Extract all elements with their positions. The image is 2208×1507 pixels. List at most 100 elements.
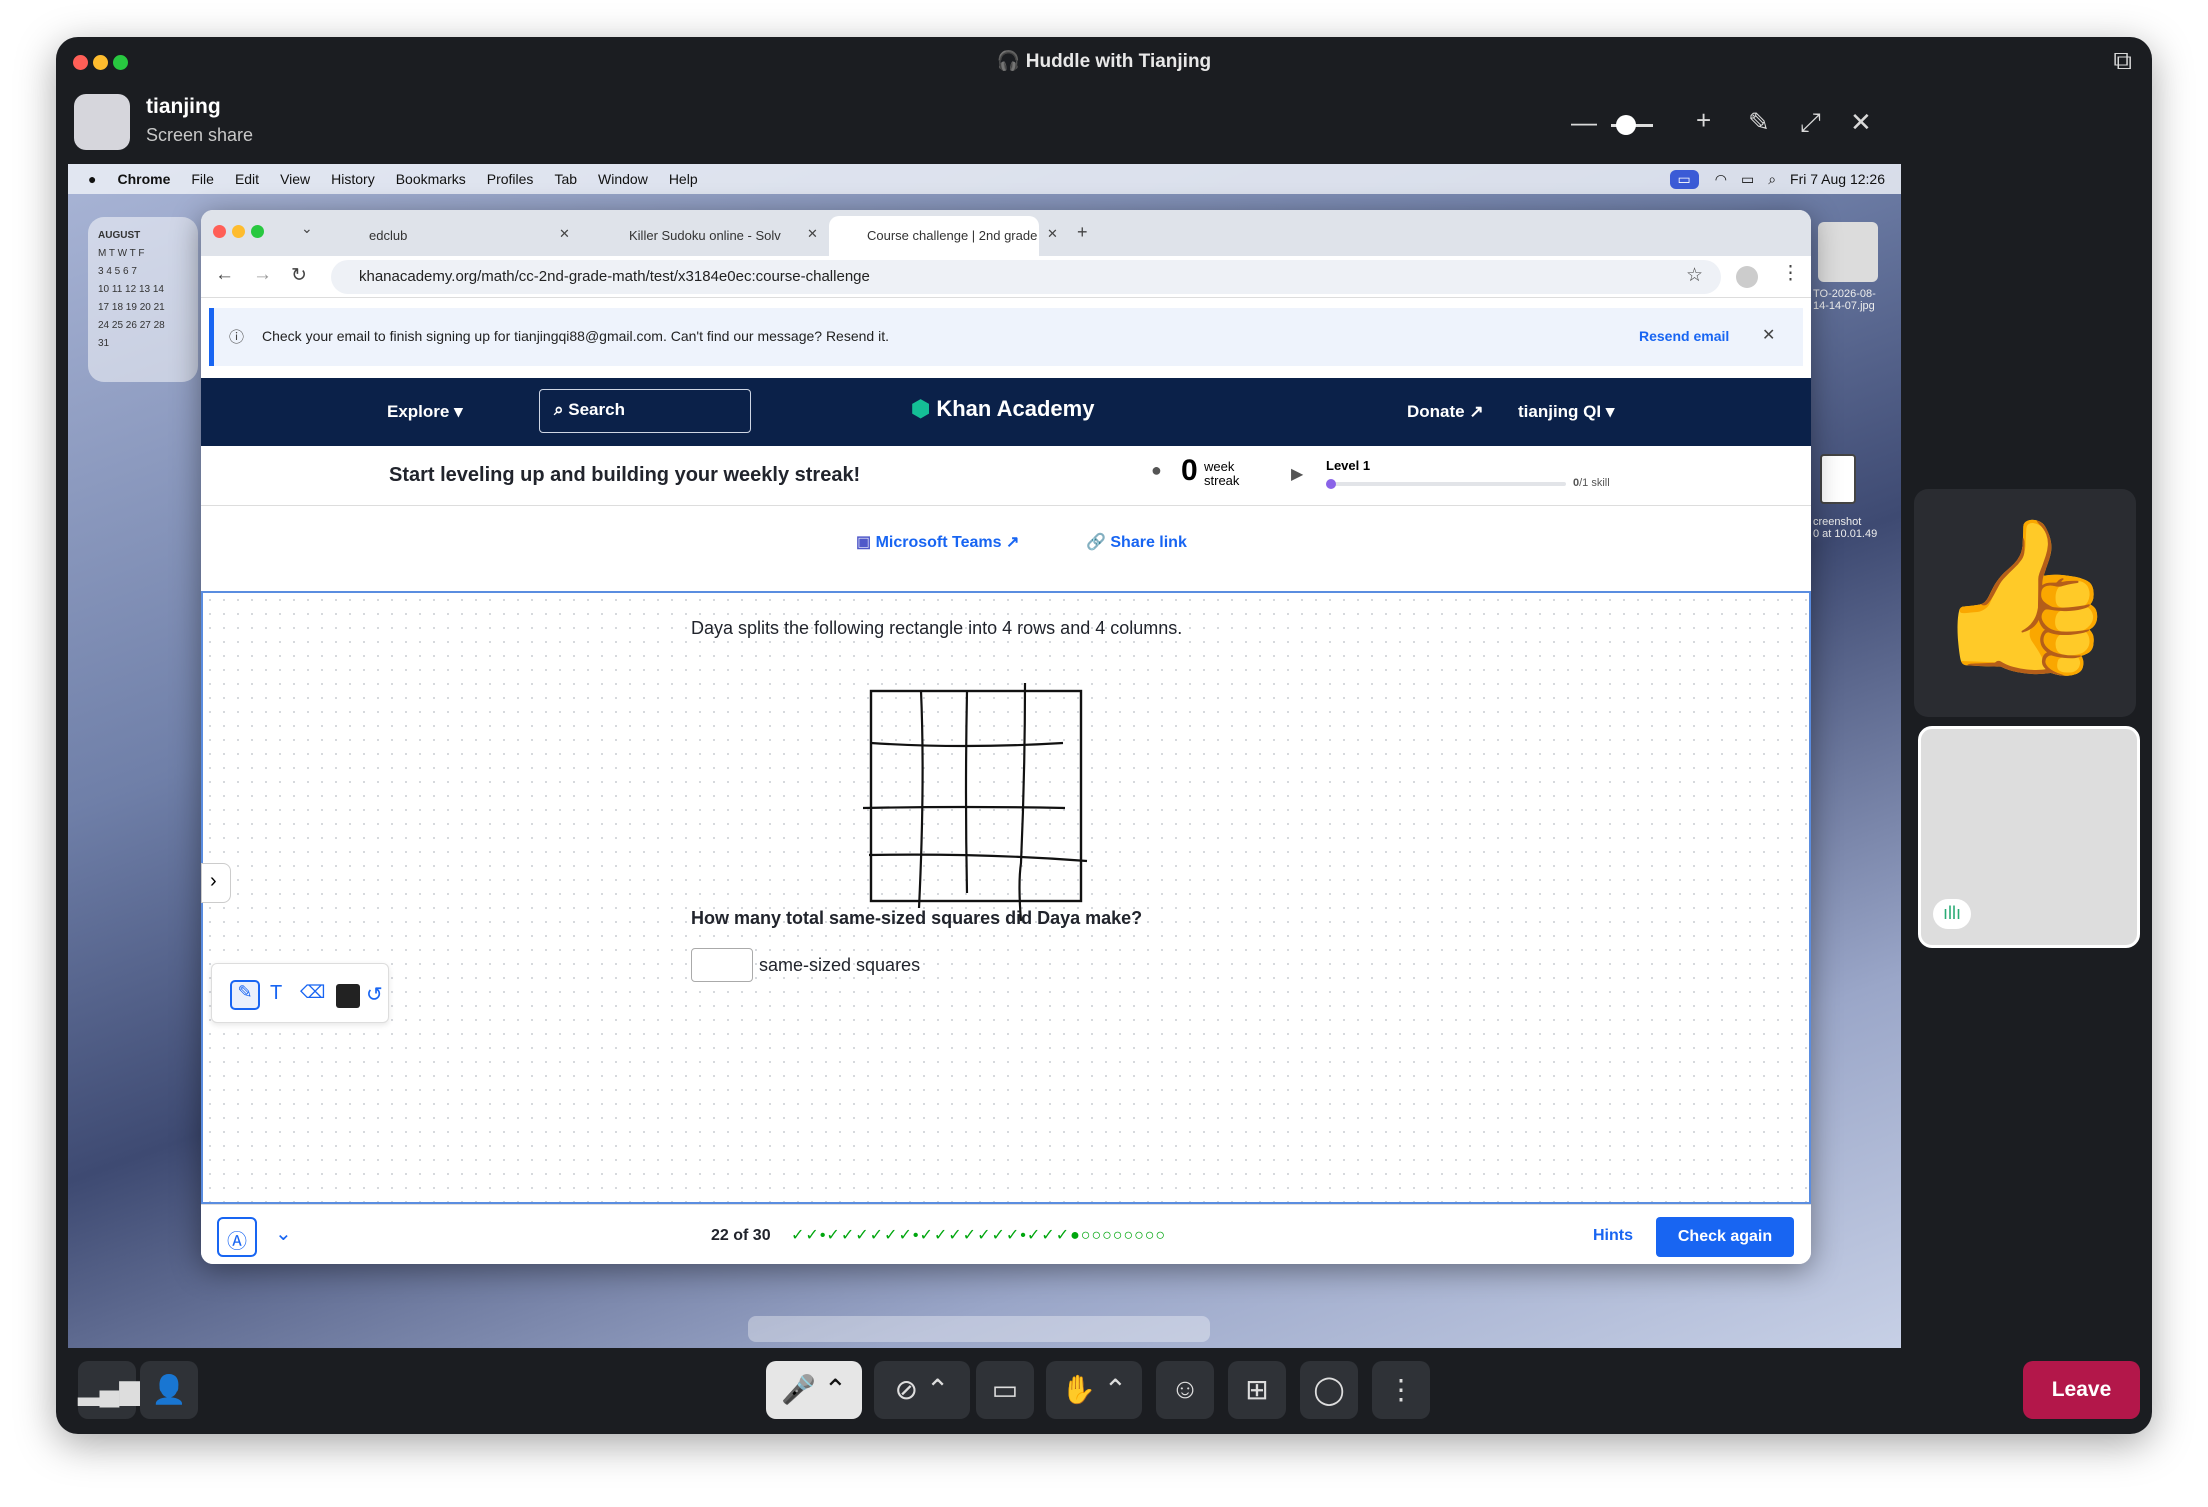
dismiss-notice-icon[interactable]: ✕ xyxy=(1762,325,1775,345)
chrome-minimize-button[interactable] xyxy=(232,225,245,238)
level-progress-total: /1 skill xyxy=(1579,477,1610,489)
user-menu[interactable]: tianjing QI ▾ xyxy=(1518,402,1614,422)
chrome-close-button[interactable] xyxy=(213,225,226,238)
forward-icon[interactable]: → xyxy=(253,264,272,286)
sticker-icon[interactable]: ⊞ xyxy=(1228,1361,1286,1419)
chrome-zoom-button[interactable] xyxy=(251,225,264,238)
chevron-down-icon[interactable]: ⌄ xyxy=(275,1221,292,1246)
presenter-avatar xyxy=(74,94,130,150)
menu-history[interactable]: History xyxy=(331,171,375,187)
menu-tab[interactable]: Tab xyxy=(554,171,577,187)
chat-icon[interactable]: ◯ xyxy=(1300,1361,1358,1419)
desktop-screenshot-label[interactable]: creenshot 0 at 10.01.49 xyxy=(1813,516,1893,540)
chrome-menu-icon[interactable]: ⋮ xyxy=(1781,262,1800,285)
tab-edclub[interactable]: edclub xyxy=(331,216,571,256)
hints-button[interactable]: Hints xyxy=(1593,1227,1633,1245)
menu-file[interactable]: File xyxy=(191,171,214,187)
close-tab-icon[interactable]: ✕ xyxy=(559,226,570,242)
pencil-draw-icon[interactable]: ✎ xyxy=(1748,107,1770,138)
picture-in-picture-icon[interactable]: ⧉ xyxy=(2113,45,2132,77)
menu-view[interactable]: View xyxy=(280,171,310,187)
mac-dock[interactable] xyxy=(748,1316,1210,1342)
expand-sidebar-chevron-icon[interactable]: › xyxy=(201,863,231,903)
calendar-header: M T W T F xyxy=(98,248,145,259)
new-tab-icon[interactable]: + xyxy=(1077,222,1088,243)
screen-share-icon[interactable]: ▭ xyxy=(976,1361,1034,1419)
add-person-icon[interactable]: 👤 xyxy=(140,1361,198,1419)
email-notice-banner: ⓘ Check your email to finish signing up … xyxy=(209,308,1803,366)
streak-message: Start leveling up and building your week… xyxy=(389,464,861,486)
undo-icon[interactable]: ↺ xyxy=(366,982,383,1007)
pen-tool-icon[interactable]: ✎ xyxy=(230,980,260,1010)
donate-link[interactable]: Donate ↗ xyxy=(1407,402,1484,422)
desktop-file-label[interactable]: TO-2026-08- 14-14-07.jpg xyxy=(1813,288,1893,312)
tab-label: Killer Sudoku online - Solve d xyxy=(629,228,781,243)
streak-label-line: week xyxy=(1204,459,1235,474)
microphone-button[interactable]: 🎤 ⌃ xyxy=(766,1361,862,1419)
leave-button[interactable]: Leave xyxy=(2023,1361,2140,1419)
calendar-row: 31 xyxy=(98,338,110,349)
headphones-icon: 🎧 xyxy=(996,51,1026,72)
wifi-icon[interactable]: ◠ xyxy=(1715,171,1727,188)
hand-drawn-line xyxy=(1018,683,1027,922)
battery-icon[interactable]: ▭ xyxy=(1741,171,1754,188)
explore-menu[interactable]: Explore ▾ xyxy=(387,402,463,422)
exercise-prompt: Daya splits the following rectangle into… xyxy=(691,618,1183,638)
thumbs-up-reaction-icon: 👍 xyxy=(1914,489,2136,717)
resend-email-link[interactable]: Resend email xyxy=(1639,328,1729,344)
share-link[interactable]: 🔗 Share link xyxy=(1086,532,1187,552)
microsoft-teams-link[interactable]: ▣ Microsoft Teams ↗ xyxy=(856,532,1019,552)
text-tool-icon[interactable]: T xyxy=(270,982,282,1005)
calendar-row: 24 25 26 27 28 xyxy=(98,320,165,331)
play-icon[interactable]: ▶ xyxy=(1291,464,1303,484)
tab-search-chevron-icon[interactable]: ⌄ xyxy=(301,220,313,237)
close-tab-icon[interactable]: ✕ xyxy=(1047,226,1058,242)
search-icon: ⌕ xyxy=(554,400,569,419)
streak-bar: Start leveling up and building your week… xyxy=(201,446,1811,506)
tab-course-challenge[interactable]: Course challenge | 2nd grade xyxy=(829,216,1039,256)
khan-academy-logo[interactable]: ⬢ Khan Academy xyxy=(911,396,1094,422)
calendar-month: AUGUST xyxy=(98,230,141,241)
back-icon[interactable]: ← xyxy=(215,264,234,286)
raise-hand-button[interactable]: ✋ ⌃ xyxy=(1046,1361,1142,1419)
zoom-slider-handle[interactable] xyxy=(1616,115,1636,135)
menu-bookmarks[interactable]: Bookmarks xyxy=(396,171,466,187)
search-input[interactable]: ⌕ Search xyxy=(539,389,751,433)
close-tab-icon[interactable]: ✕ xyxy=(807,226,818,242)
menu-chrome[interactable]: Chrome xyxy=(117,171,170,187)
spotlight-icon[interactable]: ⌕ xyxy=(1768,171,1776,188)
expand-icon[interactable]: ⤢ xyxy=(1800,107,1821,139)
answer-input[interactable] xyxy=(691,948,753,982)
reactions-icon[interactable]: ☺ xyxy=(1156,1361,1214,1419)
check-again-button[interactable]: Check again xyxy=(1656,1217,1794,1257)
menu-clock: Fri 7 Aug 12:26 xyxy=(1790,171,1885,187)
menu-window[interactable]: Window xyxy=(598,171,648,187)
participant-tile[interactable]: ıllı xyxy=(1918,726,2140,948)
tab-killer-sudoku[interactable]: Killer Sudoku online - Solve d xyxy=(591,216,781,256)
camera-off-button[interactable]: ⊘ ⌃ xyxy=(874,1361,970,1419)
scratchpad-toggle-icon[interactable]: Ⓐ xyxy=(217,1217,257,1257)
menu-edit[interactable]: Edit xyxy=(235,171,259,187)
presenter-subtitle: Screen share xyxy=(146,125,254,145)
zoom-in-icon[interactable]: + xyxy=(1696,105,1711,136)
eraser-tool-icon[interactable]: ⌫ xyxy=(300,982,325,1003)
connection-stats-icon[interactable]: ▂▄▆ xyxy=(78,1361,141,1419)
more-options-icon[interactable]: ⋮ xyxy=(1372,1361,1430,1419)
url-field[interactable]: khanacademy.org/math/cc-2nd-grade-math/t… xyxy=(331,260,1721,294)
color-picker-swatch[interactable] xyxy=(336,984,360,1008)
reload-icon[interactable]: ↻ xyxy=(291,264,307,287)
caret-down-icon: ▾ xyxy=(1605,402,1615,421)
screen-share-status-icon[interactable]: ▭ xyxy=(1669,169,1699,189)
menu-profiles[interactable]: Profiles xyxy=(487,171,534,187)
close-share-icon[interactable]: ✕ xyxy=(1850,107,1872,138)
teams-icon: ▣ xyxy=(856,534,876,551)
hand-drawn-line xyxy=(917,690,924,909)
bookmark-star-icon[interactable]: ☆ xyxy=(1686,264,1703,287)
progress-marks: ✓✓•✓✓✓✓✓✓•✓✓✓✓✓✓✓•✓✓✓●○○○○○○○○ xyxy=(791,1227,1167,1244)
menu-help[interactable]: Help xyxy=(669,171,698,187)
link-icon: 🔗 xyxy=(1086,534,1111,551)
desktop-file-thumbnail[interactable] xyxy=(1818,222,1878,282)
zoom-out-icon[interactable]: — xyxy=(1571,107,1597,138)
desktop-screenshot-thumbnail[interactable] xyxy=(1820,454,1856,504)
profile-avatar[interactable] xyxy=(1736,266,1758,288)
